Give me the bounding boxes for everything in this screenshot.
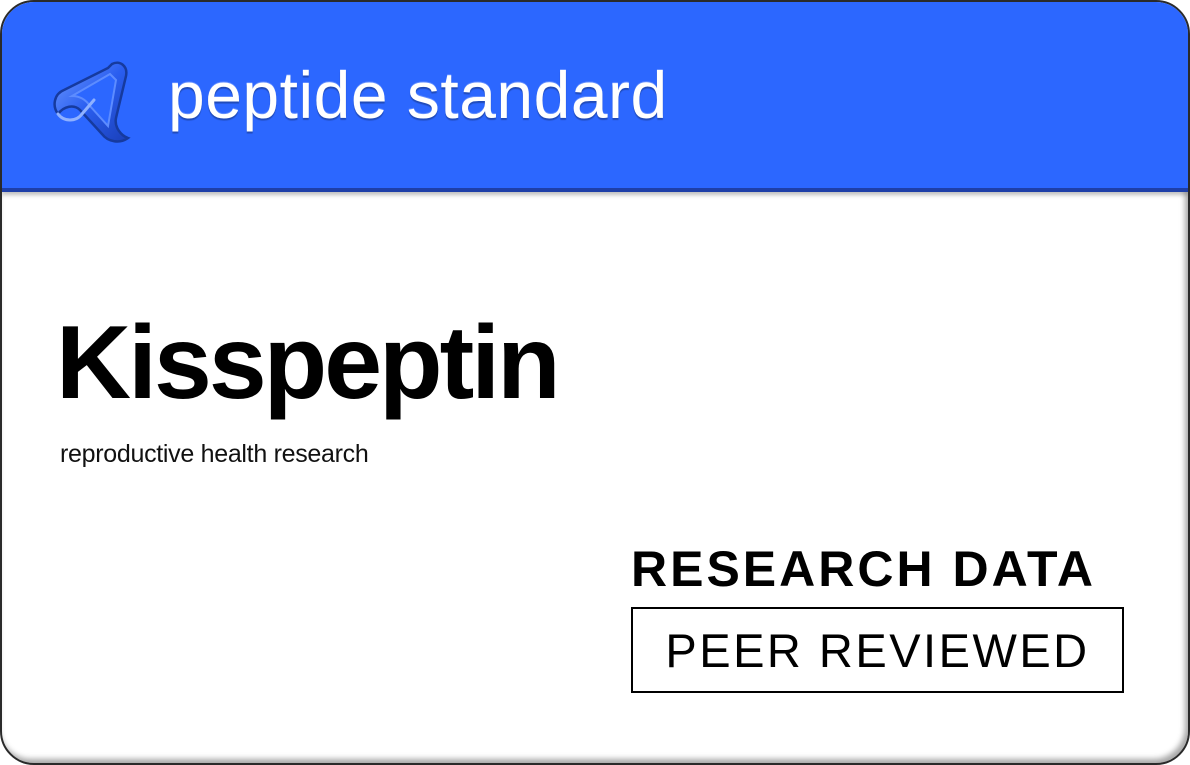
brand-header: peptide standard <box>2 2 1188 192</box>
product-subtitle: reproductive health research <box>60 440 369 468</box>
triangular-loop-logo-icon <box>53 61 131 143</box>
product-label-card: peptide standard Kisspeptin reproductive… <box>0 0 1190 765</box>
peer-reviewed-badge: PEER REVIEWED <box>631 607 1124 693</box>
product-title: Kisspeptin <box>56 305 561 421</box>
research-data-label: RESEARCH DATA <box>631 541 1096 597</box>
brand-name: peptide standard <box>168 58 668 132</box>
peer-reviewed-label: PEER REVIEWED <box>665 623 1090 677</box>
